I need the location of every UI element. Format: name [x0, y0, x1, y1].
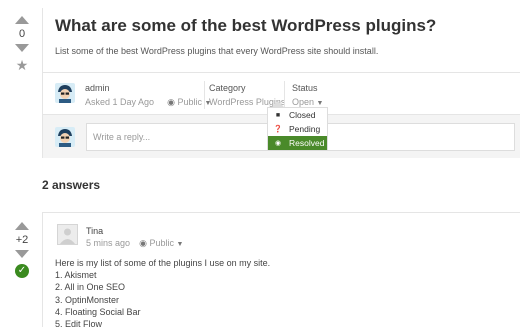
answer-line: 2. All in One SEO — [55, 282, 126, 293]
question-icon: ❓ — [273, 126, 283, 133]
answer-author-avatar[interactable] — [57, 224, 78, 245]
globe-icon: ◉ — [139, 238, 147, 248]
asked-time: Asked 1 Day Ago — [85, 97, 155, 107]
answer-line: 3. OptinMonster — [55, 294, 120, 305]
answer-vote-count: +2 — [15, 234, 29, 246]
answer-visibility-selector[interactable]: Public — [149, 238, 174, 248]
caret-down-icon[interactable]: ▼ — [176, 241, 183, 248]
author-name[interactable]: admin — [85, 83, 211, 93]
question-title: What are some of the best WordPress plug… — [55, 16, 437, 35]
downvote-arrow-icon[interactable] — [15, 44, 29, 52]
answer-author-name[interactable]: Tina — [86, 226, 103, 236]
answer-line: 5. Edit Flow — [55, 319, 103, 327]
resolved-icon: ◉ — [274, 140, 282, 147]
question-vote-count: 0 — [18, 28, 26, 40]
answer-panel: Tina 5 mins ago ◉ Public ▼ Here is my li… — [42, 212, 520, 327]
answer-body: Here is my list of some of the plugins I… — [55, 257, 270, 327]
status-value[interactable]: Open — [292, 97, 314, 107]
author-info: admin Asked 1 Day Ago ◉ Public ▼ — [85, 83, 211, 108]
answer-line: Here is my list of some of the plugins I… — [55, 258, 271, 268]
answer-line: 4. Floating Social Bar — [55, 306, 141, 317]
default-avatar-icon — [58, 225, 77, 244]
avatar-face-icon — [55, 127, 75, 147]
answer-vote-column: +2 ✓ — [8, 222, 36, 278]
meta-divider — [204, 81, 205, 109]
status-caret-icon[interactable]: ▼ — [317, 100, 324, 107]
globe-icon: ◉ — [167, 97, 175, 107]
status-label: Status — [292, 83, 318, 93]
accepted-check-icon[interactable]: ✓ — [15, 264, 29, 278]
dropdown-pointer — [272, 101, 284, 107]
answer-time: 5 mins ago — [86, 238, 131, 248]
status-option-resolved[interactable]: ◉ Resolved — [268, 136, 327, 150]
avatar-face-icon — [55, 83, 75, 103]
category-label: Category — [209, 83, 246, 93]
question-vote-column: 0 ★ — [8, 16, 36, 72]
visibility-selector[interactable]: Public — [177, 97, 202, 107]
status-dropdown: ■ Closed ❓ Pending ◉ Resolved — [267, 107, 328, 151]
status-option-closed[interactable]: ■ Closed — [268, 108, 327, 122]
current-user-avatar — [55, 127, 75, 147]
downvote-arrow-icon[interactable] — [15, 250, 29, 258]
status-info: Status Open ▼ — [292, 83, 323, 107]
question-description: List some of the best WordPress plugins … — [55, 46, 379, 56]
upvote-arrow-icon[interactable] — [15, 16, 29, 24]
meta-divider — [284, 81, 285, 109]
author-avatar[interactable] — [55, 83, 75, 103]
answer-line: 1. Akismet — [55, 270, 97, 281]
star-icon[interactable]: ★ — [16, 58, 29, 72]
upvote-arrow-icon[interactable] — [15, 222, 29, 230]
lock-icon: ■ — [275, 111, 281, 119]
status-option-pending[interactable]: ❓ Pending — [268, 122, 327, 136]
answers-count-heading: 2 answers — [42, 178, 101, 192]
